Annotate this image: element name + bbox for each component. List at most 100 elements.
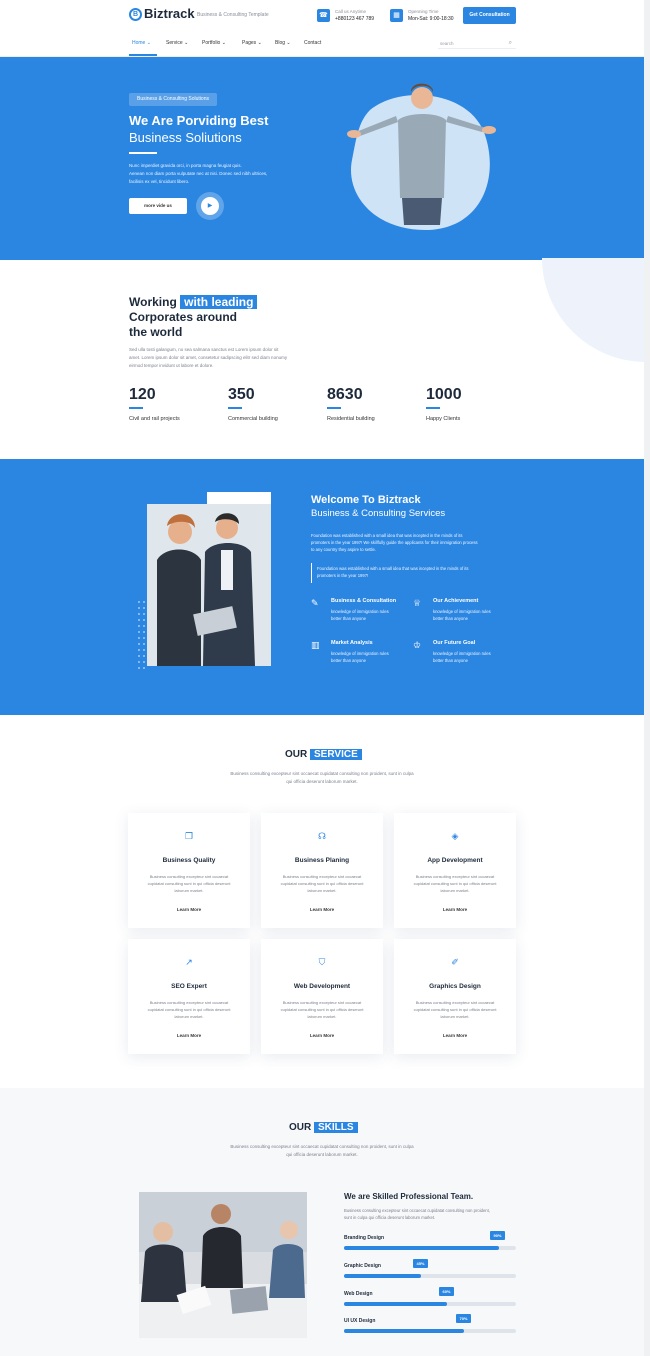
skill-percent: 90% [490,1231,505,1240]
about-subtitle: Business & Consulting Services [311,508,446,519]
stat-label: Commercial building [228,416,278,422]
site-header: B Biztrack Business & Consulting Templat… [0,0,644,57]
skill-label: Graphic Design [344,1263,381,1269]
call-title: Call us Anytime [335,9,367,14]
nav-blog[interactable]: Blog ⌄ [275,40,291,46]
hours-value: Mon-Sat: 9:00-18:30 [408,16,454,22]
nav-pages[interactable]: Pages ⌄ [242,40,262,46]
html5-icon: ⛉ [318,957,326,967]
skill-label: Web Design [344,1291,373,1297]
card-title: Web Development [293,983,351,990]
brush-icon: ✐ [451,957,459,967]
card-desc: Business consulting excepteur sint occae… [280,874,364,893]
logo-icon[interactable]: B [129,8,142,21]
skill-track [344,1329,516,1333]
search-icon[interactable]: ⌕ [509,40,512,47]
stats-text-line3: eirmod tempor invidunt ut labore et dolo… [129,363,214,368]
skill-fill [344,1329,465,1333]
play-icon[interactable]: ▶ [201,197,219,215]
nav-contact[interactable]: Contact [304,40,321,46]
hero-section [0,57,644,260]
hero-person-image [347,83,496,231]
services-subtitle: Business consulting excepteur sint occae… [230,771,414,784]
hours-title: Openning Time [408,9,439,14]
feature-desc: knowledge of immigration rules better tha… [331,651,389,663]
learn-more-link[interactable]: Learn More [394,907,516,912]
bar-chart-icon: ▥ [311,640,320,650]
nav-home[interactable]: Home ⌄ [132,40,151,46]
stat-label: Happy Clients [426,416,461,422]
get-consultation-button[interactable]: Get Consultation [463,7,516,24]
feature-desc: knowledge of immigration rules better tha… [433,651,491,663]
skill-percent: 45% [413,1259,428,1268]
card-desc: Business consulting excepteur sint occae… [280,1000,364,1019]
nav-portfolio[interactable]: Portfolio ⌄ [202,40,226,46]
landing-page: B Biztrack Business & Consulting Templat… [0,0,644,1356]
hero-more-button[interactable]: more vide us [129,198,187,214]
hero-pill: Business & Consulting Solutions [129,93,217,106]
about-quote-line2: promoters in the year 1997! [317,573,369,578]
stat-underline [426,407,440,409]
skill-label: UI UX Design [344,1318,376,1324]
stat-label: Residential building [327,416,375,422]
about-title: Welcome To Biztrack [311,494,421,506]
stats-title-line1: Working with leading [129,295,258,309]
android-icon: ◈ [451,831,459,841]
quote-bar [311,563,312,583]
search-input[interactable]: search ⌕ [438,38,516,49]
headset-icon: ☊ [318,831,326,841]
service-card[interactable]: ◈ App Development Business consulting ex… [394,813,516,928]
service-card[interactable]: ✐ Graphics Design Business consulting ex… [394,939,516,1054]
trophy-icon: ♕ [413,598,422,608]
about-image [138,492,271,669]
skill-track [344,1246,516,1250]
stat-value: 1000 [426,386,462,403]
skills-text: Business consulting excepteur sint occae… [344,1208,490,1220]
nav-service[interactable]: Service ⌄ [166,40,188,46]
learn-more-link[interactable]: Learn More [261,1033,383,1038]
service-card[interactable]: ☊ Business Planing Business consulting e… [261,813,383,928]
hero-text-line3: facilisis ex vel, tincidunt libero. [129,179,190,184]
tagline: Business & Consulting Template [197,12,269,18]
feature-title: Market Analysis [331,640,373,646]
card-title: App Development [427,857,483,864]
card-desc: Business consulting excepteur sint occae… [413,1000,497,1019]
skill-fill [344,1274,422,1278]
stat-value: 350 [228,386,255,403]
card-title: SEO Expert [171,983,207,990]
edit-icon: ✎ [311,598,319,608]
logo-text[interactable]: Biztrack [144,6,195,21]
service-card[interactable]: ↗ SEO Expert Business consulting excepte… [128,939,250,1054]
learn-more-link[interactable]: Learn More [128,1033,250,1038]
learn-more-link[interactable]: Learn More [394,1033,516,1038]
services-title: OUR SERVICE [285,749,362,760]
learn-more-link[interactable]: Learn More [261,907,383,912]
crown-icon: ♔ [413,640,422,650]
card-desc: Business consulting excepteur sint occae… [147,1000,231,1019]
hero-text-line2: Aenean non diam porta vulputate nec at n… [129,171,268,176]
stat-value: 120 [129,386,156,403]
feature-title: Business & Consultation [331,598,397,604]
stat-underline [129,407,143,409]
stats-text-line2: amet. Lorem ipsum dolor sit amet, conset… [129,355,288,360]
call-number[interactable]: +880123 467 789 [335,16,374,22]
feature-title: Our Achievement [433,598,479,604]
hero-text-line1: Nunc imperdiet gravida orci, in porta ma… [129,163,242,168]
service-card[interactable]: ⛉ Web Development Business consulting ex… [261,939,383,1054]
skill-track [344,1274,516,1278]
team-photo [139,1192,307,1338]
nav-active-indicator [129,54,157,56]
feature-desc: knowledge of immigration rules better tha… [433,609,491,621]
skill-fill [344,1302,448,1306]
stat-value: 8630 [327,386,363,403]
skill-fill [344,1246,499,1250]
about-text-line1: Foundation was established with a small … [311,533,463,538]
skills-title: OUR SKILLS [289,1122,358,1133]
learn-more-link[interactable]: Learn More [128,907,250,912]
trend-icon: ↗ [185,957,193,967]
about-quote-line1: Foundation was established with a small … [317,566,469,571]
stats-title-line3: the world [129,325,183,339]
service-card[interactable]: ❐ Business Quality Business consulting e… [128,813,250,928]
card-title: Business Planing [294,857,350,864]
page-scrollbar[interactable] [644,0,650,1356]
